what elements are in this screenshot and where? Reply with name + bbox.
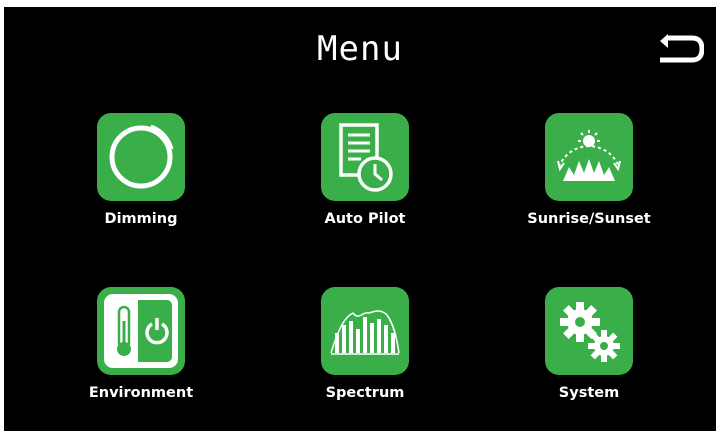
back-arrow-icon — [660, 34, 705, 63]
menu-item-auto-pilot[interactable]: Auto Pilot — [294, 113, 434, 263]
menu-item-label: Environment — [88, 385, 194, 401]
spectrum-tile-icon-bg — [321, 287, 409, 375]
sunrise-sunset-icon — [557, 130, 621, 181]
menu-item-environment[interactable]: Environment — [70, 287, 210, 437]
environment-tile-icon-bg — [97, 287, 185, 375]
menu-item-spectrum[interactable]: Spectrum — [294, 287, 434, 437]
page-title: Menu — [317, 29, 403, 69]
menu-item-label: Auto Pilot — [324, 211, 406, 227]
menu-item-label: System — [558, 385, 620, 401]
sunrise-sunset-tile-icon-bg — [545, 113, 633, 201]
menu-item-dimming[interactable]: Dimming — [70, 113, 210, 263]
system-tile-icon-bg — [545, 287, 633, 375]
menu-item-label: Spectrum — [325, 385, 405, 401]
schedule-clock-icon — [339, 123, 393, 192]
auto-pilot-tile-icon-bg — [321, 113, 409, 201]
menu-screen: Menu Dimming Auto Pilot Sunrise/Sunset E… — [4, 7, 716, 431]
menu-item-label: Sunrise/Sunset — [527, 211, 651, 227]
dimming-tile-icon-bg — [97, 113, 185, 201]
spectrum-bars-icon — [330, 310, 400, 355]
dimming-dial-icon — [109, 124, 174, 189]
gears-icon — [560, 302, 620, 362]
menu-item-system[interactable]: System — [518, 287, 658, 437]
back-button[interactable] — [654, 33, 705, 67]
menu-item-sunrise-sunset[interactable]: Sunrise/Sunset — [518, 113, 658, 263]
menu-item-label: Dimming — [104, 211, 178, 227]
thermometer-power-icon — [104, 294, 178, 368]
